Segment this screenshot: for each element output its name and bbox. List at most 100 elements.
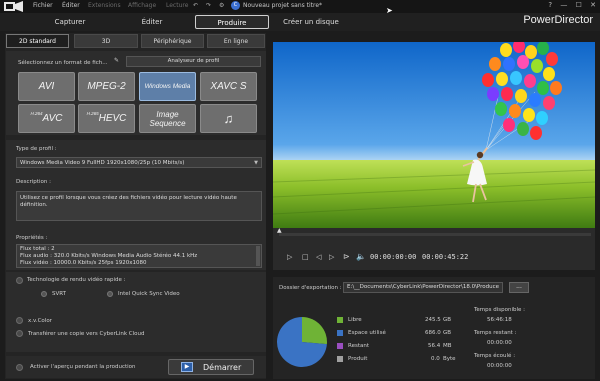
stop-icon[interactable]: □ [302,253,309,261]
profile-section: Type de profil : Windows Media Video 9 F… [6,140,266,232]
preview-during-production-label: Activer l'aperçu pendant la production [30,364,136,370]
forward-arrow-icon[interactable]: ↷ [206,2,211,9]
profile-type-value: Windows Media Video 9 FullHD 1920x1080/2… [20,160,185,166]
time-remaining-label: Temps restant : [474,330,517,336]
back-arrow-icon[interactable]: ↶ [193,2,198,9]
subtab-2d-standard[interactable]: 2D standard [6,34,69,48]
legend-used-value: 686.0 [425,330,441,336]
play-icon[interactable]: ▷ [287,253,292,261]
format-section: Sélectionnez un format de fich... ✎ Anal… [6,51,266,135]
powerdirector-logo-icon [4,1,23,12]
format-image-sequence-line1: Image [156,109,179,119]
fast-forward-icon[interactable]: ⊳ [343,252,350,261]
cloud-label: Transférer une copie vers CyberLink Clou… [28,331,145,337]
format-xavc-button[interactable]: XAVC S [200,72,257,101]
gear-icon[interactable]: ⚙ [219,2,224,9]
properties-box: Flux total : 2 Flux audio : 320.0 Kbits/… [16,244,262,268]
legend-restant-label: Restant [348,343,369,349]
export-folder-path[interactable]: E:\__Documents\CyberLink\PowerDirector\1… [343,282,503,293]
scrubber-handle-icon[interactable]: ▲ [277,227,282,234]
total-timecode: 00:00:45:22 [422,253,469,261]
format-avi-button[interactable]: AVI [18,72,75,101]
film-edit-icon[interactable]: ✎ [114,57,122,64]
start-button[interactable]: ▶ Démarrer [168,359,254,375]
format-image-sequence-button[interactable]: Image Sequence [139,104,196,133]
legend-swatch-libre [337,317,343,323]
export-folder-label: Dossier d'exportation : [279,285,342,291]
format-hevc-button[interactable]: H.265 HEVC [78,104,135,133]
project-title: Nouveau projet sans titre* [243,2,323,9]
profile-analyzer-button[interactable]: Analyseur de profil [126,56,261,67]
export-panel: Dossier d'exportation : E:\__Documents\C… [273,277,595,379]
format-avc-button[interactable]: H.264 AVC [18,104,75,133]
next-frame-icon[interactable]: ▷ [329,253,334,261]
legend-used-unit: GB [443,330,452,336]
menu-editer[interactable]: Éditer [62,2,80,9]
time-elapsed-value: 00:00:00 [487,363,512,369]
mode-tabs: Capturer Éditer Produire Créer un disque [0,13,600,31]
chevron-down-icon: ▼ [254,160,258,166]
subtab-3d[interactable]: 3D [74,34,138,48]
maximize-button[interactable]: ☐ [576,1,582,9]
intel-qsv-radio[interactable] [107,291,113,297]
properties-line: Flux vidéo : 10000.0 Kbits/s 25fps 1920x… [20,260,147,267]
tab-editer[interactable]: Éditer [120,15,184,29]
description-label: Description : [16,179,51,185]
close-button[interactable]: ✕ [590,1,596,9]
time-elapsed-label: Temps écoulé : [474,353,516,359]
legend-restant-unit: MB [443,343,452,349]
time-available-value: 56:46:18 [487,317,512,323]
svrt-label: SVRT [52,291,67,297]
options-section: Technologie de rendu vidéo rapide : SVRT… [6,272,266,352]
app-brand: PowerDirector [523,14,593,26]
preview-during-production-checkbox[interactable] [16,364,23,371]
time-remaining-value: 00:00:00 [487,340,512,346]
volume-icon[interactable]: 🔈 [356,252,366,261]
xvcolor-checkbox[interactable] [16,317,23,324]
menu-fichier[interactable]: Fichier [33,2,53,9]
pie-slice-libre [302,317,327,345]
start-button-label: Démarrer [203,363,242,372]
format-hevc-prefix: H.265 [86,111,99,116]
format-avc-label: AVC [42,113,63,124]
menu-extensions[interactable]: Extensions [88,2,121,9]
start-bar: Activer l'aperçu pendant la production ▶… [6,356,266,378]
format-mpeg2-button[interactable]: MPEG-2 [78,72,135,101]
svrt-radio[interactable] [41,291,47,297]
menu-affichage[interactable]: Affichage [128,2,156,9]
help-button[interactable]: ? [548,1,552,9]
legend-produit-unit: Byte [443,356,456,362]
properties-scrollbar[interactable] [256,246,260,266]
legend-swatch-restant [337,343,343,349]
subtab-peripherique[interactable]: Périphérique [141,34,204,48]
format-mpeg2-label: MPEG-2 [87,81,126,92]
cyberlink-account-icon[interactable]: C [231,1,240,10]
tab-capturer[interactable]: Capturer [40,15,100,29]
subtab-en-ligne[interactable]: En ligne [207,34,265,48]
description-textbox: Utilisez ce profil lorsque vous créez de… [16,191,262,221]
browse-folder-button[interactable]: ... [509,282,529,293]
format-image-sequence-line2: Sequence [149,118,186,128]
video-preview[interactable] [273,42,595,228]
previous-frame-icon[interactable]: ◁ [316,253,321,261]
format-avc-prefix: H.264 [30,111,43,116]
format-audio-button[interactable]: ♫ [200,104,257,133]
cloud-checkbox[interactable] [16,330,23,337]
minimize-button[interactable]: — [560,1,567,9]
profile-type-dropdown[interactable]: Windows Media Video 9 FullHD 1920x1080/2… [16,157,262,168]
format-avi-label: AVI [38,81,55,92]
produce-play-icon: ▶ [181,362,193,372]
legend-restant-value: 56.4 [428,343,441,349]
fast-render-checkbox[interactable] [16,277,23,284]
legend-libre-value: 245.5 [425,317,441,323]
format-windows-media-button[interactable]: Windows Media [139,72,196,101]
description-text: Utilisez ce profil lorsque vous créez de… [20,195,237,208]
tab-produire[interactable]: Produire [195,15,269,29]
tab-creer-disque[interactable]: Créer un disque [279,15,343,29]
playback-scrubber[interactable] [279,233,591,236]
menu-lecture[interactable]: Lecture [166,2,188,9]
disk-space-pie-chart [277,317,327,367]
format-windows-media-label: Windows Media [144,83,191,90]
profile-type-label: Type de profil : [16,146,57,152]
legend-produit-label: Produit [348,356,368,362]
